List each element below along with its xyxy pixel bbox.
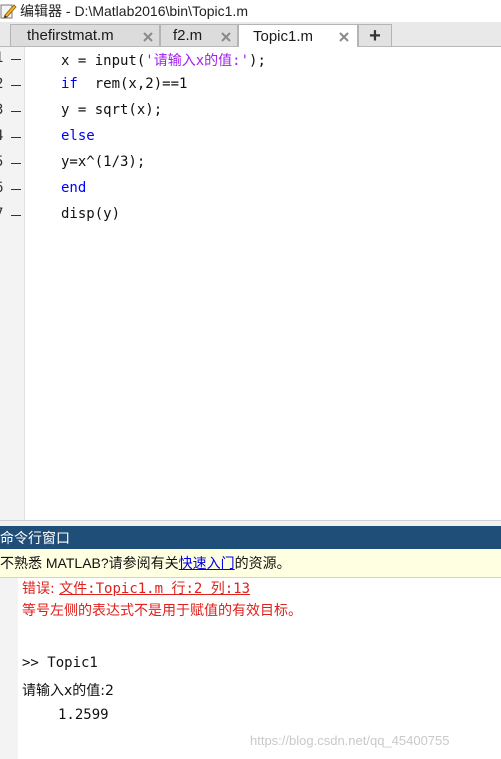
input-prompt-line: 请输入x的值:2 xyxy=(22,683,114,699)
close-icon[interactable] xyxy=(141,29,155,43)
code-text: end xyxy=(61,180,86,196)
command-window-header: 命令行窗口 xyxy=(0,526,501,549)
close-icon[interactable] xyxy=(337,29,351,43)
line-number: 2 xyxy=(0,76,3,92)
line-number: 3 xyxy=(0,102,3,118)
code-text: else xyxy=(61,128,95,144)
code-text: disp(y) xyxy=(61,206,120,222)
error-line: 错误: 文件:Topic1.m 行:2 列:13 xyxy=(22,581,251,597)
command-window-body[interactable]: 错误: 文件:Topic1.m 行:2 列:13 等号左侧的表达式不是用于赋值的… xyxy=(0,578,501,759)
code-token: rem(x,2)==1 xyxy=(77,76,188,92)
code-token: y=x^(1/3); xyxy=(61,154,146,170)
breakpoint-marker[interactable] xyxy=(11,85,21,86)
add-tab-button[interactable]: + xyxy=(358,24,392,46)
code-line[interactable]: 1 x = input('请输入x的值:'); xyxy=(0,47,501,73)
line-number: 7 xyxy=(0,206,3,222)
breakpoint-marker[interactable] xyxy=(11,111,21,112)
code-text: if rem(x,2)==1 xyxy=(61,76,187,92)
code-line[interactable]: 4 else xyxy=(0,125,501,151)
editor-tab-strip: thefirstmat.m f2.m Topic1.m + xyxy=(0,22,501,47)
code-text: y = sqrt(x); xyxy=(61,102,162,118)
code-editor[interactable]: 1 x = input('请输入x的值:'); 2 if rem(x,2)==1 3 y … xyxy=(0,47,501,520)
string-token: '请输入x的值:' xyxy=(145,53,250,69)
tab-topic1[interactable]: Topic1.m xyxy=(238,24,358,47)
prompt-line: >> Topic1 xyxy=(22,655,98,671)
command-gutter xyxy=(0,578,18,759)
error-file-link[interactable]: 文件:Topic1.m 行:2 列:13 xyxy=(59,581,250,597)
keyword-token: end xyxy=(61,180,87,196)
watermark-text: https://blog.csdn.net/qq_45400755 xyxy=(250,733,450,748)
code-line[interactable]: 6 end xyxy=(0,177,501,203)
code-line[interactable]: 7 disp(y) xyxy=(0,203,501,229)
line-number: 1 xyxy=(0,50,3,66)
plus-icon: + xyxy=(369,24,381,47)
code-token: y = sqrt(x); xyxy=(61,102,163,118)
keyword-token: else xyxy=(61,128,95,144)
breakpoint-marker[interactable] xyxy=(11,215,21,216)
breakpoint-marker[interactable] xyxy=(11,137,21,138)
keyword-token: if xyxy=(61,76,78,92)
tab-f2[interactable]: f2.m xyxy=(160,24,238,46)
code-token: ); xyxy=(249,53,266,69)
tab-label: thefirstmat.m xyxy=(27,27,114,44)
breakpoint-marker[interactable] xyxy=(11,59,21,60)
command-window-title: 命令行窗口 xyxy=(0,529,70,546)
tab-label: f2.m xyxy=(173,27,203,44)
tab-thefirstmat[interactable]: thefirstmat.m xyxy=(10,24,160,46)
getting-started-link[interactable]: 快速入门 xyxy=(179,555,235,571)
code-token: x = input( xyxy=(61,53,146,69)
breakpoint-marker[interactable] xyxy=(11,163,21,164)
breakpoint-marker[interactable] xyxy=(11,189,21,190)
getting-started-notice: 不熟悉 MATLAB?请参阅有关快速入门的资源。 xyxy=(0,549,501,578)
line-number: 4 xyxy=(0,128,3,144)
editor-pencil-icon xyxy=(0,2,18,20)
line-number: 6 xyxy=(0,180,3,196)
output-value: 1.2599 xyxy=(58,707,109,723)
code-text: x = input('请输入x的值:'); xyxy=(61,50,266,70)
code-line[interactable]: 5 y=x^(1/3); xyxy=(0,151,501,177)
notice-text: 不熟悉 MATLAB?请参阅有关快速入门的资源。 xyxy=(0,555,291,571)
close-icon[interactable] xyxy=(219,29,233,43)
title-bar: 编辑器 - D:\Matlab2016\bin\Topic1.m xyxy=(0,0,501,22)
line-number: 5 xyxy=(0,154,3,170)
window-title: 编辑器 - D:\Matlab2016\bin\Topic1.m xyxy=(20,3,248,19)
code-text: y=x^(1/3); xyxy=(61,154,145,170)
tab-label: Topic1.m xyxy=(253,27,314,45)
code-line[interactable]: 3 y = sqrt(x); xyxy=(0,99,501,125)
code-token: disp(y) xyxy=(61,206,121,222)
code-line[interactable]: 2 if rem(x,2)==1 xyxy=(0,73,501,99)
error-message: 等号左侧的表达式不是用于赋值的有效目标。 xyxy=(22,603,302,619)
